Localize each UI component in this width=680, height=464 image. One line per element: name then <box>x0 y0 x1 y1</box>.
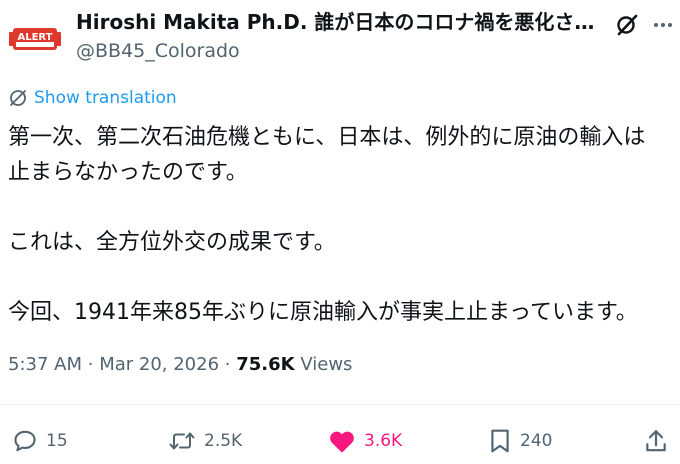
more-button[interactable] <box>646 8 680 42</box>
tweet-line: 今回、1941年来85年ぶりに原油輸入が事実上止まっています。 <box>8 300 638 325</box>
repost-count: 2.5K <box>204 431 243 451</box>
tweet-line: 止まらなかったのです。 <box>8 160 248 185</box>
tweet-paragraph: 今回、1941年来85年ぶりに原油輸入が事実上止まっています。 <box>8 295 674 330</box>
avatar-label: ALERT <box>17 32 52 43</box>
views-count[interactable]: 75.6K <box>236 354 294 375</box>
bookmark-button[interactable]: 240 <box>488 424 552 458</box>
divider <box>0 404 680 405</box>
alert-logo-icon: ALERT <box>9 28 61 50</box>
tweet-paragraph: 第一次、第二次石油危機ともに、日本は、例外的に原油の輸入は 止まらなかったのです… <box>8 120 674 190</box>
meta-separator: · <box>224 354 231 375</box>
share-icon <box>646 430 666 452</box>
show-translation-link[interactable]: Show translation <box>8 88 177 108</box>
reply-icon <box>14 430 36 452</box>
repost-button[interactable]: 2.5K <box>168 424 242 458</box>
more-icon <box>654 23 672 27</box>
post-time[interactable]: 5:37 AM <box>8 354 82 375</box>
share-button[interactable] <box>644 424 668 458</box>
avatar[interactable]: ALERT <box>8 12 62 66</box>
grok-icon <box>617 14 638 36</box>
translation-label: Show translation <box>34 88 177 108</box>
tweet-text: 第一次、第二次石油危機ともに、日本は、例外的に原油の輸入は 止まらなかったのです… <box>8 120 674 330</box>
tweet-line: 第一次、第二次石油危機ともに、日本は、例外的に原油の輸入は <box>8 125 646 150</box>
bookmark-count: 240 <box>520 431 553 451</box>
tweet-line: これは、全方位外交の成果です。 <box>8 230 336 255</box>
meta-separator: · <box>87 354 94 375</box>
reply-button[interactable]: 15 <box>12 424 68 458</box>
heart-icon <box>330 431 354 453</box>
tweet: ALERT Hiroshi Makita Ph.D. 誰が日本のコロナ禍を悪化さ… <box>0 0 680 464</box>
tweet-meta: 5:37 AM · Mar 20, 2026 · 75.6K Views <box>8 352 352 378</box>
bookmark-icon <box>491 429 509 453</box>
tweet-paragraph: これは、全方位外交の成果です。 <box>8 225 674 260</box>
translate-icon <box>10 90 26 106</box>
author-name[interactable]: Hiroshi Makita Ph.D. 誰が日本のコロナ禍を悪化さ… <box>76 8 596 36</box>
like-button[interactable]: 3.6K <box>328 424 402 458</box>
post-date[interactable]: Mar 20, 2026 <box>99 354 219 375</box>
repost-icon <box>169 432 195 450</box>
reply-count: 15 <box>46 431 68 451</box>
author-handle[interactable]: @BB45_Colorado <box>76 38 240 64</box>
grok-button[interactable] <box>610 8 644 42</box>
like-count: 3.6K <box>364 431 403 451</box>
views-label: Views <box>300 354 353 375</box>
